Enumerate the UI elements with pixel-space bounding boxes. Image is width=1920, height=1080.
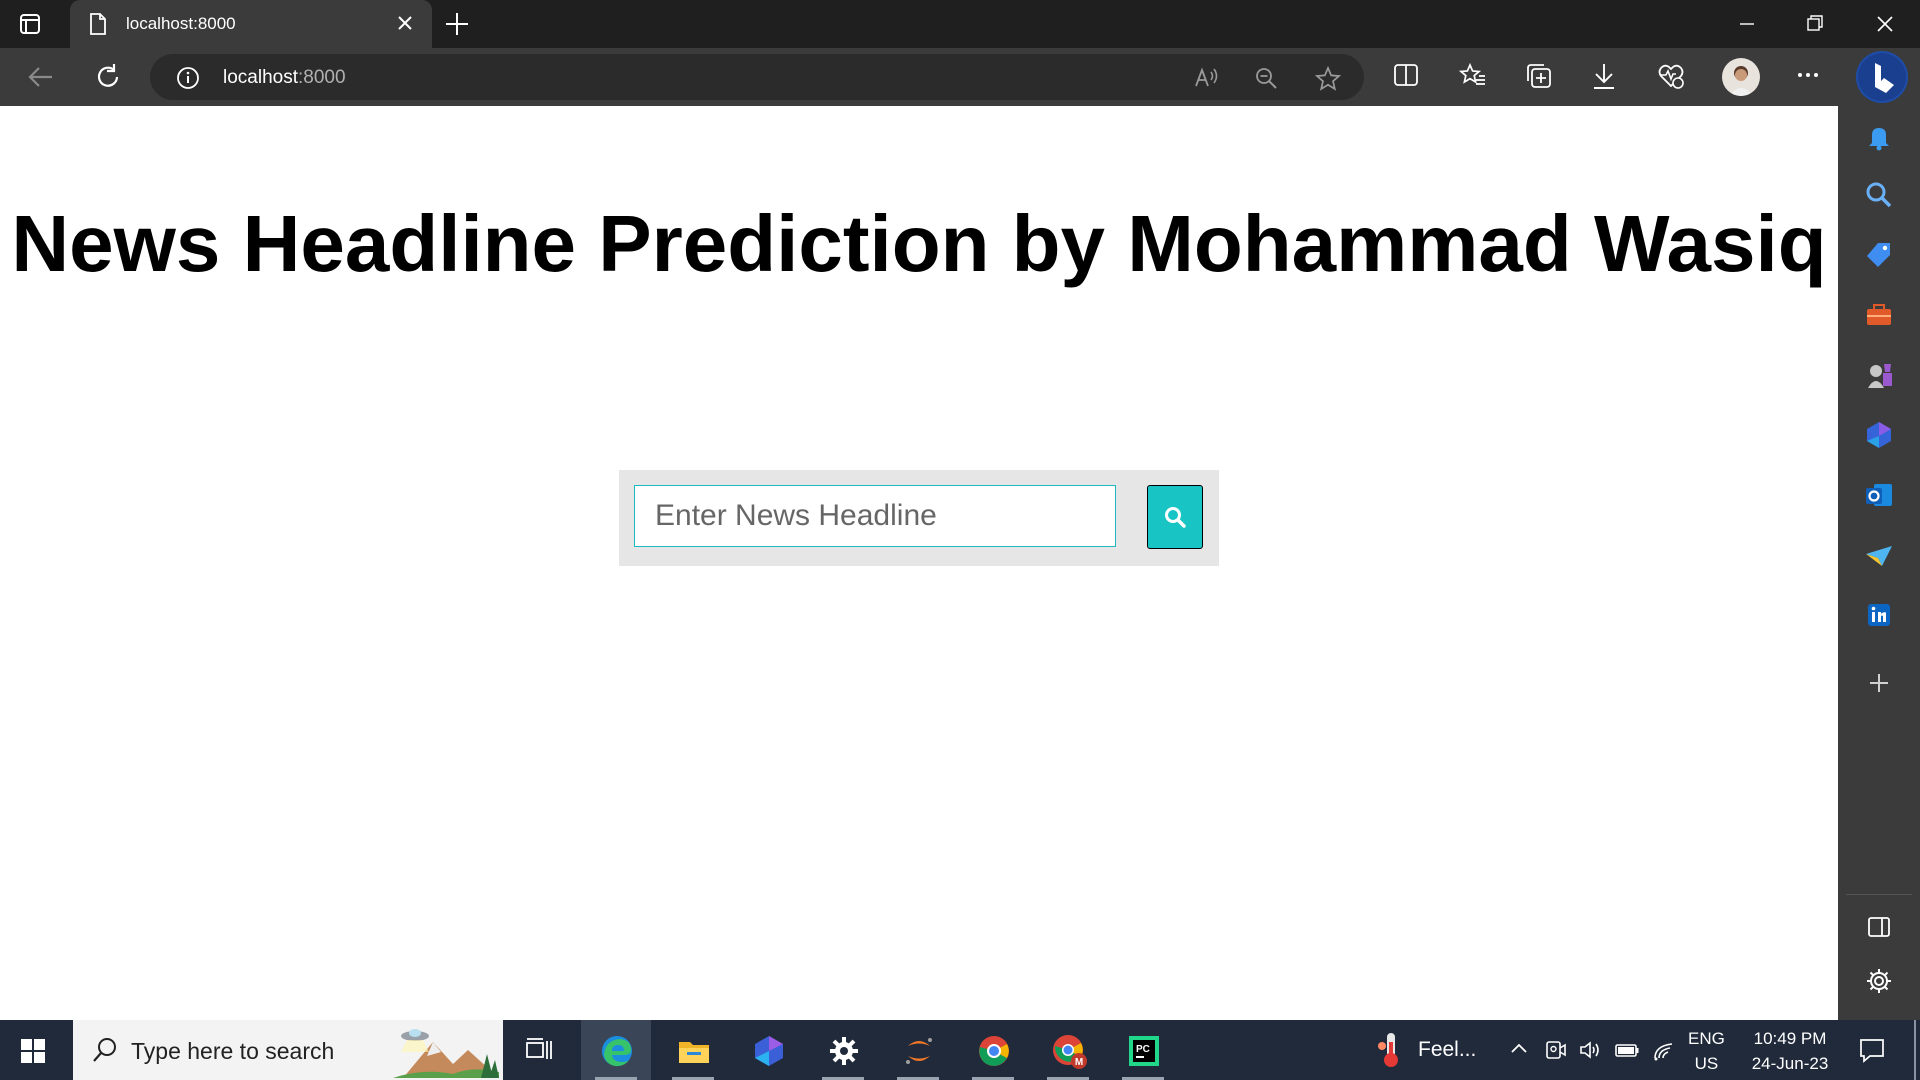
windows-start-icon[interactable] xyxy=(20,1038,46,1064)
tab-title: localhost:8000 xyxy=(126,14,236,33)
search-icon[interactable] xyxy=(1864,180,1894,210)
browser-tab-strip: localhost:8000 xyxy=(0,0,1920,48)
address-bar[interactable]: localhost:8000 xyxy=(150,54,1364,100)
file-explorer-icon xyxy=(677,1034,711,1068)
url-text[interactable]: localhost:8000 xyxy=(223,67,346,89)
new-tab-icon[interactable] xyxy=(444,11,470,37)
add-icon[interactable] xyxy=(1864,668,1894,698)
volume-icon[interactable] xyxy=(1578,1038,1602,1062)
taskbar-file-explorer[interactable] xyxy=(658,1020,728,1080)
jupyter-icon xyxy=(902,1034,936,1068)
url-host: localhost xyxy=(223,67,298,88)
settings-gear-icon xyxy=(827,1034,861,1068)
wifi-icon[interactable] xyxy=(1652,1038,1678,1062)
zoom-out-icon[interactable] xyxy=(1254,66,1278,90)
svg-text:M: M xyxy=(1075,1057,1083,1068)
task-view-icon[interactable] xyxy=(524,1036,554,1064)
clock-date: 24-Jun-23 xyxy=(1751,1054,1829,1073)
taskbar-jupyter[interactable] xyxy=(883,1020,953,1080)
taskbar-search[interactable]: Type here to search xyxy=(73,1020,503,1080)
page-title: News Headline Prediction by Mohammad Was… xyxy=(11,199,1827,288)
copilot-icon xyxy=(752,1034,786,1068)
download-icon[interactable] xyxy=(1591,62,1617,90)
games-icon[interactable] xyxy=(1864,360,1894,390)
collections-icon[interactable] xyxy=(1525,62,1553,90)
input-language[interactable]: ENG US xyxy=(1688,1026,1725,1076)
edge-icon xyxy=(600,1034,634,1068)
pycharm-icon: PC xyxy=(1127,1034,1161,1068)
language-code: ENG xyxy=(1688,1029,1725,1048)
close-tab-icon[interactable] xyxy=(396,14,414,32)
taskbar-settings[interactable] xyxy=(808,1020,878,1080)
restore-icon[interactable] xyxy=(1792,10,1838,38)
search-form xyxy=(619,470,1219,566)
search-button[interactable] xyxy=(1147,485,1203,549)
settings-icon[interactable] xyxy=(1864,966,1894,996)
more-icon[interactable] xyxy=(1795,62,1821,88)
tab-actions-icon[interactable] xyxy=(18,12,52,36)
search-highlight-image xyxy=(393,1024,499,1078)
shopping-icon[interactable] xyxy=(1864,240,1894,270)
thermometer-icon xyxy=(1374,1030,1408,1070)
minimize-icon[interactable] xyxy=(1724,10,1770,38)
web-page: News Headline Prediction by Mohammad Was… xyxy=(0,106,1838,1020)
windows-taskbar: Type here to search M PC Feel... ENG US … xyxy=(0,1020,1920,1080)
taskbar-pycharm[interactable]: PC xyxy=(1108,1020,1178,1080)
show-desktop-button[interactable] xyxy=(1914,1020,1916,1080)
profile-avatar[interactable] xyxy=(1722,58,1760,96)
split-screen-icon[interactable] xyxy=(1393,62,1419,88)
taskbar-search-placeholder: Type here to search xyxy=(131,1038,335,1064)
outlook-icon[interactable] xyxy=(1864,480,1894,510)
info-icon[interactable] xyxy=(176,66,200,90)
performance-icon[interactable] xyxy=(1657,62,1685,90)
browser-tab[interactable]: localhost:8000 xyxy=(70,0,432,48)
page-icon xyxy=(88,13,108,35)
headline-input[interactable] xyxy=(634,485,1116,547)
meet-now-icon[interactable] xyxy=(1543,1038,1567,1062)
send-icon[interactable] xyxy=(1864,540,1894,570)
chrome-icon xyxy=(977,1034,1011,1068)
region-code: US xyxy=(1694,1054,1719,1073)
taskbar-chrome-profile[interactable]: M xyxy=(1033,1020,1103,1080)
show-hidden-icons[interactable] xyxy=(1508,1038,1530,1060)
sidebar-divider xyxy=(1846,894,1912,895)
search-icon xyxy=(91,1036,119,1064)
url-port: :8000 xyxy=(298,67,346,88)
edge-sidebar xyxy=(1838,106,1920,1020)
back-icon[interactable] xyxy=(26,62,56,92)
copilot-icon[interactable] xyxy=(1864,420,1894,450)
refresh-icon[interactable] xyxy=(93,62,123,92)
notification-center-icon[interactable] xyxy=(1858,1036,1886,1064)
tools-icon[interactable] xyxy=(1864,300,1894,330)
chrome-profile-icon: M xyxy=(1052,1034,1088,1070)
browser-toolbar: localhost:8000 xyxy=(0,48,1920,106)
bing-icon[interactable] xyxy=(1856,51,1908,103)
weather-text: Feel... xyxy=(1418,1038,1477,1061)
read-aloud-icon[interactable] xyxy=(1194,66,1220,90)
taskbar-chrome[interactable] xyxy=(958,1020,1028,1080)
battery-icon[interactable] xyxy=(1614,1038,1640,1062)
favorite-star-icon[interactable] xyxy=(1315,66,1341,92)
favorites-icon[interactable] xyxy=(1459,62,1487,90)
clock-time: 10:49 PM xyxy=(1753,1029,1827,1048)
system-clock[interactable]: 10:49 PM 24-Jun-23 xyxy=(1740,1026,1840,1076)
search-icon xyxy=(1165,507,1186,528)
taskbar-edge[interactable] xyxy=(581,1020,651,1080)
linkedin-icon[interactable] xyxy=(1864,600,1894,630)
taskbar-copilot[interactable] xyxy=(733,1020,803,1080)
close-window-icon[interactable] xyxy=(1862,10,1908,38)
weather-widget[interactable]: Feel... xyxy=(1370,1030,1480,1070)
svg-text:PC: PC xyxy=(1136,1044,1150,1055)
bell-icon[interactable] xyxy=(1864,122,1894,152)
sidebar-toggle-icon[interactable] xyxy=(1864,912,1894,942)
